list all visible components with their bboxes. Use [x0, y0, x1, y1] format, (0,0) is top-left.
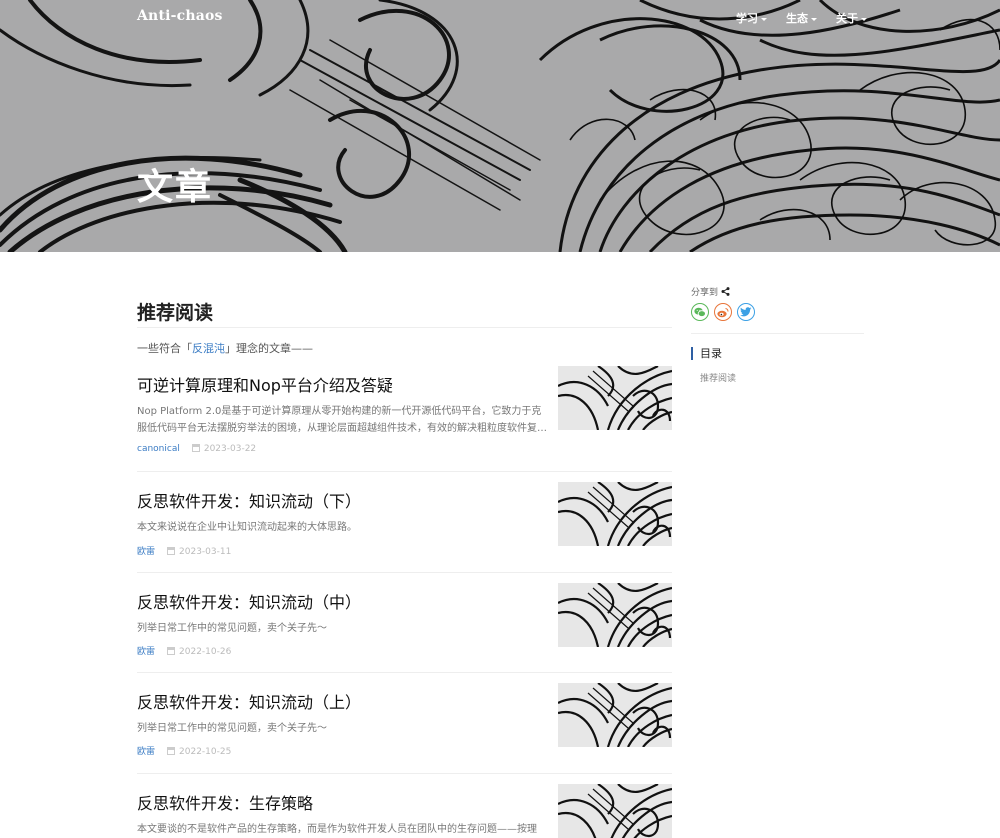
share-wechat-button[interactable] [691, 303, 709, 321]
share-buttons [691, 303, 760, 321]
hero-banner: Anti-chaos 学习 生态 关于 文章 [0, 0, 1000, 252]
divider [137, 672, 672, 673]
post-excerpt: 本文来说说在企业中让知识流动起来的大体思路。 [137, 522, 357, 533]
calendar-icon [191, 444, 200, 452]
post-author[interactable]: canonical [137, 444, 180, 454]
post-thumbnail[interactable] [558, 366, 672, 430]
section-subtitle: 一些符合「反混沌」理念的文章—— [137, 340, 313, 356]
thumbnail-sketch-image [558, 784, 672, 838]
divider [691, 333, 864, 334]
nav-item-label: 生态 [786, 12, 808, 25]
share-twitter-button[interactable] [737, 303, 755, 321]
caret-down-icon [811, 17, 817, 21]
post-excerpt: 列举日常工作中的常见问题，卖个关子先～ [137, 723, 327, 734]
brand-logo-link[interactable]: Anti-chaos [137, 8, 223, 24]
section-title: 推荐阅读 [137, 302, 214, 324]
caret-down-icon [761, 17, 767, 21]
post-title[interactable]: 反思软件开发：知识流动（上） [137, 689, 361, 713]
toc-item-recommended[interactable]: 推荐阅读 [700, 371, 736, 384]
divider [137, 327, 672, 328]
post-date: 2022-10-26 [179, 647, 232, 657]
calendar-icon [167, 647, 176, 655]
page-title: 文章 [137, 167, 214, 208]
post-date: 2023-03-11 [179, 547, 232, 557]
post-title[interactable]: 可逆计算原理和Nop平台介绍及答疑 [137, 372, 393, 396]
post-title[interactable]: 反思软件开发：生存策略 [137, 790, 313, 814]
post-thumbnail[interactable] [558, 784, 672, 838]
nav-item-about[interactable]: 关于 [836, 10, 867, 26]
wechat-icon [694, 307, 706, 317]
share-weibo-button[interactable] [714, 303, 732, 321]
post-excerpt: 列举日常工作中的常见问题，卖个关子先～ [137, 623, 327, 634]
nav-item-ecosystem[interactable]: 生态 [786, 10, 817, 26]
divider [137, 471, 672, 472]
subtitle-prefix: 一些符合「 [137, 342, 192, 355]
post-title[interactable]: 反思软件开发：知识流动（中） [137, 589, 361, 613]
thumbnail-sketch-image [558, 482, 672, 546]
nav-item-learn[interactable]: 学习 [736, 10, 767, 26]
weibo-icon [717, 307, 729, 317]
post-thumbnail[interactable] [558, 683, 672, 747]
post-excerpt: 本文要谈的不是软件产品的生存策略，而是作为软件开发人员在团队中的生存问题——按理 [137, 824, 537, 835]
twitter-icon [740, 307, 752, 317]
divider [137, 773, 672, 774]
post-excerpt: Nop Platform 2.0是基于可逆计算原理从零开始构建的新一代开源低代码… [137, 406, 547, 434]
calendar-icon [167, 547, 176, 555]
post-meta: 欧雷 2022-10-26 [137, 644, 231, 657]
calendar-icon [167, 747, 176, 755]
thumbnail-sketch-image [558, 366, 672, 430]
post-meta: 欧雷 2022-10-25 [137, 744, 231, 757]
post-author[interactable]: 欧雷 [137, 747, 155, 757]
anti-chaos-link[interactable]: 反混沌 [192, 342, 225, 355]
thumbnail-sketch-image [558, 583, 672, 647]
post-thumbnail[interactable] [558, 583, 672, 647]
share-icon [721, 287, 730, 296]
post-date: 2022-10-25 [179, 747, 232, 757]
subtitle-suffix: 」理念的文章—— [225, 342, 313, 355]
post-meta: canonical 2023-03-22 [137, 444, 256, 454]
share-label: 分享到 [691, 285, 730, 298]
toc-title: 目录 [691, 347, 722, 360]
post-author[interactable]: 欧雷 [137, 647, 155, 657]
post-thumbnail[interactable] [558, 482, 672, 546]
post-title[interactable]: 反思软件开发：知识流动（下） [137, 488, 361, 512]
main-nav: 学习 生态 关于 [736, 10, 886, 26]
post-meta: 欧雷 2023-03-11 [137, 544, 231, 557]
caret-down-icon [861, 17, 867, 21]
share-label-text: 分享到 [691, 288, 719, 298]
sketch-background-image [0, 0, 1000, 252]
thumbnail-sketch-image [558, 683, 672, 747]
post-date: 2023-03-22 [203, 444, 257, 454]
divider [137, 572, 672, 573]
nav-item-label: 关于 [836, 12, 858, 25]
post-author[interactable]: 欧雷 [137, 547, 155, 557]
nav-item-label: 学习 [736, 12, 758, 25]
